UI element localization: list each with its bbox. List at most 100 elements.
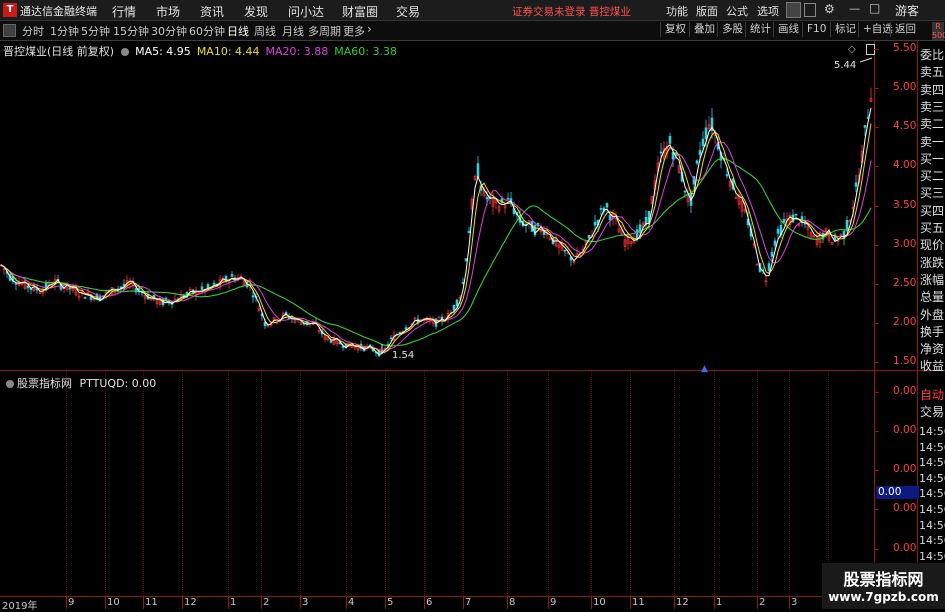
price-chart[interactable] [0, 41, 874, 370]
toolbar-button[interactable]: 统计 [745, 22, 775, 37]
grid-line [143, 371, 144, 596]
candle-body [608, 215, 612, 221]
toolbar-button[interactable]: 返回 [890, 22, 920, 37]
toolbar-button[interactable]: 多股 [717, 22, 747, 37]
period-tab[interactable]: 多周期 [308, 23, 341, 39]
panel-divider [917, 41, 918, 597]
restore-button[interactable]: □ [869, 1, 880, 15]
layout-icon[interactable] [786, 2, 801, 18]
quote-field-label: 收益 [920, 359, 945, 374]
corner-badge-bottom: 500 [932, 31, 945, 40]
pane-separator [0, 370, 945, 371]
toolbar-button[interactable]: 画线 [773, 22, 803, 37]
y-tick-label: 5.50 [893, 41, 917, 54]
high-label: 5.44 [834, 60, 857, 71]
x-tick-label: 1 [716, 597, 723, 608]
candle-body [863, 125, 867, 128]
trade-panel-label[interactable]: 交易 [920, 403, 944, 420]
trade-time: 14:56 [919, 487, 945, 501]
trade-panel-label[interactable]: 自动 [920, 386, 944, 403]
watermark: 股票指标网 www.7gpzb.com [822, 563, 945, 609]
trade-time: 14:56 [919, 503, 945, 516]
candle-body [329, 340, 333, 343]
toolbar-button[interactable]: 叠加 [689, 22, 719, 37]
period-tab[interactable]: 更多 [343, 23, 365, 39]
quote-field-label: 买五 [920, 221, 945, 235]
candle-body [659, 151, 663, 154]
ma5-line [0, 107, 872, 355]
toolbar-button[interactable]: 复权 [660, 22, 690, 37]
y-tick-label: 2.50 [893, 276, 917, 289]
period-tab[interactable]: 15分钟 [113, 23, 149, 39]
period-tab[interactable]: 60分钟 [189, 23, 225, 39]
x-tick-mark [66, 596, 67, 609]
y-tick-label: 4.50 [893, 120, 917, 133]
right-menu-item[interactable]: 版面 [696, 3, 718, 19]
period-tab[interactable]: 周线 [254, 23, 276, 39]
y-tick-label: 1.50 [893, 355, 917, 368]
quote-field-label: 涨幅 [920, 272, 945, 287]
x-tick-label: 2 [759, 597, 766, 608]
period-tab[interactable]: 月线 [282, 23, 304, 39]
candle-body [599, 208, 603, 210]
candle-body [770, 251, 774, 257]
menu-item[interactable]: 行情 [112, 3, 136, 20]
menu-item[interactable]: 问小达 [288, 3, 324, 20]
sidebar-toggle-icon[interactable] [3, 24, 16, 37]
x-tick-mark [757, 596, 758, 609]
candle-body [542, 231, 546, 235]
menu-item[interactable]: 市场 [156, 3, 180, 20]
settings-icon[interactable]: ⚙ [824, 2, 835, 16]
grid-line [182, 371, 183, 596]
trade-time: 14:56 [919, 440, 945, 454]
candle-body [701, 138, 705, 147]
period-tab[interactable]: 分时 [22, 23, 44, 39]
period-tab[interactable]: 1分钟 [50, 23, 79, 39]
minimize-button[interactable]: — [849, 2, 860, 15]
menu-item[interactable]: 财富圈 [342, 3, 378, 20]
right-menu-item[interactable]: 功能 [666, 3, 688, 19]
candle-body [695, 160, 699, 164]
indicator-name: 股票指标网 [17, 377, 72, 390]
x-tick-mark [300, 596, 301, 609]
y-tick-mark [874, 362, 879, 364]
grid-line [300, 371, 301, 596]
y-tick-label: 3.50 [893, 198, 917, 211]
x-tick-mark [182, 596, 183, 609]
x-tick-mark [424, 596, 425, 609]
candle-body [668, 135, 672, 144]
toolbar-button[interactable]: F10 [802, 22, 830, 37]
x-tick-mark [261, 596, 262, 609]
x-tick-label: 3 [791, 597, 798, 608]
quote-field-label: 总量 [920, 290, 945, 305]
menu-item[interactable]: 交易 [396, 3, 420, 20]
right-menu-item[interactable]: 选项 [757, 3, 779, 19]
indicator-current-value: 0.00 [876, 486, 919, 499]
period-tab[interactable]: 日线 [227, 23, 249, 39]
candle-body [467, 230, 471, 234]
period-tab[interactable]: 30分钟 [151, 23, 187, 39]
grid-line [424, 371, 425, 596]
grid-line [346, 371, 347, 596]
toolbar-button[interactable]: 标记 [830, 22, 860, 37]
user-label[interactable]: 游客 [895, 2, 919, 19]
y2-tick-label: 0.00 [893, 542, 917, 554]
trade-time: 14:56 [919, 425, 945, 438]
more-chevron-icon[interactable]: › [367, 22, 372, 36]
x-tick-label: 4 [348, 597, 355, 608]
y-tick-mark [874, 48, 879, 50]
y2-tick-mark [874, 509, 879, 510]
screen-icon[interactable] [804, 3, 816, 17]
trade-notice[interactable]: 证券交易未登录 晋控煤业 [512, 4, 631, 19]
event-marker-icon[interactable]: ▲ [701, 364, 708, 374]
candle-body [704, 127, 708, 139]
x-tick-label: 10 [593, 597, 606, 608]
quote-field-label: 卖四 [920, 82, 945, 97]
candle-body [698, 150, 702, 155]
menu-item[interactable]: 资讯 [200, 3, 224, 20]
indicator-settings-icon[interactable] [6, 380, 14, 388]
y-tick-mark [874, 244, 879, 246]
period-tab[interactable]: 5分钟 [81, 23, 110, 39]
menu-item[interactable]: 发现 [244, 3, 268, 20]
right-menu-item[interactable]: 公式 [726, 3, 748, 19]
